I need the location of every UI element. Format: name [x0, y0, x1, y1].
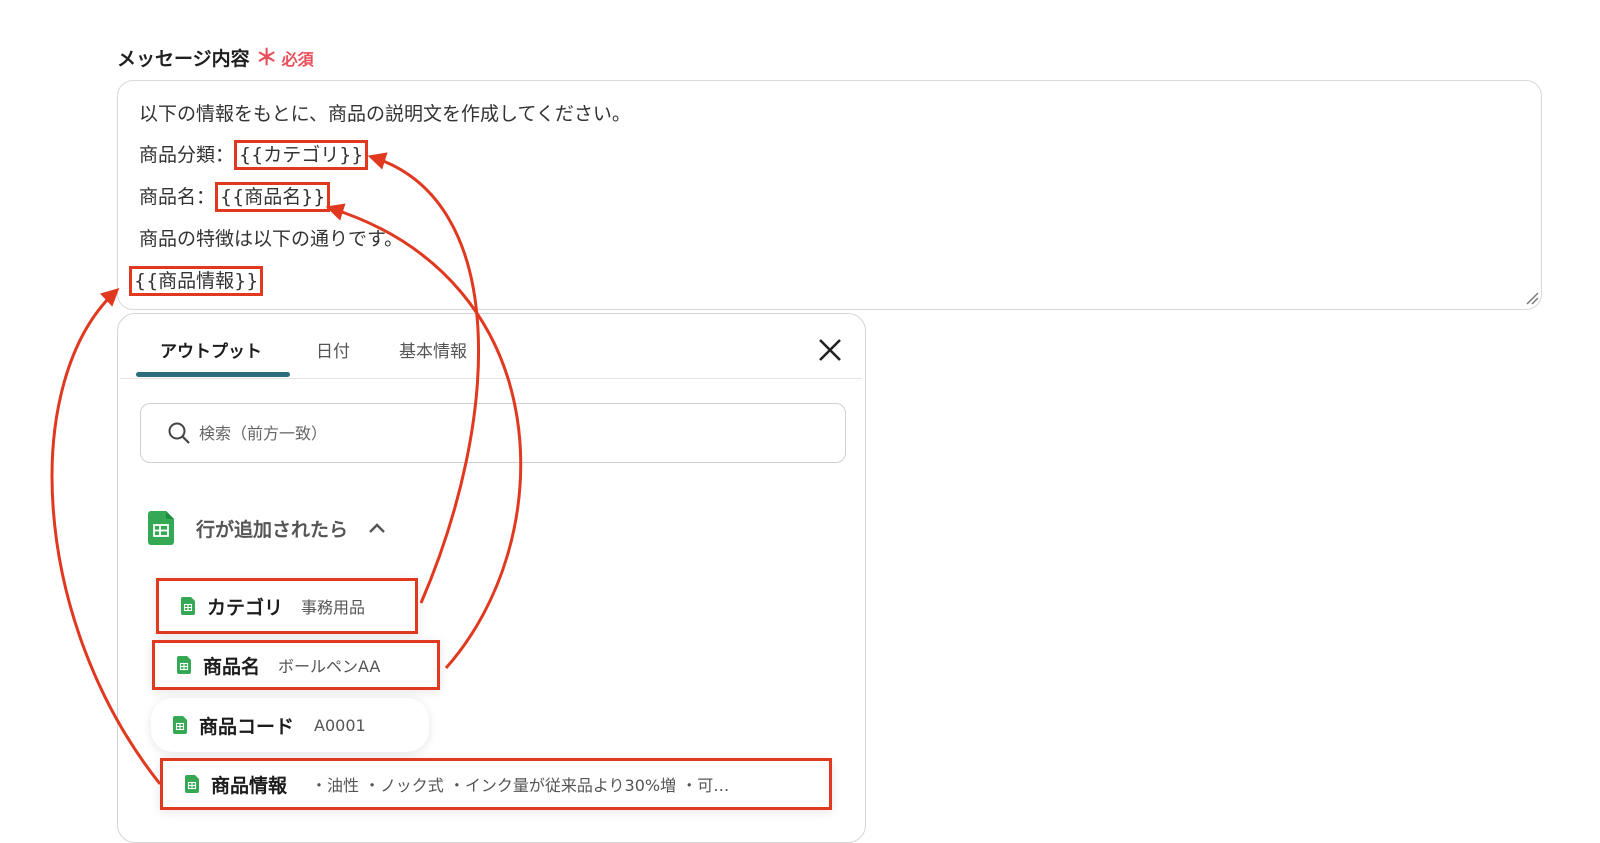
- item-label: 商品名: [203, 655, 261, 678]
- required-mark: ＊: [255, 46, 278, 71]
- item-label: 商品情報: [211, 774, 288, 797]
- spreadsheet-icon: [148, 511, 174, 545]
- item-value: ・油性 ・ノック式 ・インク量が従来品より30%増 ・可…: [311, 776, 730, 795]
- tab-basic-info[interactable]: 基本情報: [399, 337, 467, 362]
- message-line-5: {{商品情報}}: [129, 266, 264, 296]
- spreadsheet-icon: [173, 716, 187, 734]
- message-line-4: 商品の特徴は以下の通りです。: [139, 228, 404, 250]
- required-text: 必須: [281, 50, 314, 69]
- field-label-text: メッセージ内容: [117, 48, 250, 70]
- item-label: カテゴリ: [207, 596, 284, 619]
- item-value: A0001: [314, 715, 366, 735]
- variable-category: {{カテゴリ}}: [234, 140, 369, 170]
- output-item-category[interactable]: カテゴリ 事務用品: [156, 578, 418, 634]
- message-line-3: 商品名： {{商品名}}: [139, 182, 331, 212]
- variable-product-info: {{商品情報}}: [129, 266, 264, 296]
- active-tab-underline: [136, 372, 290, 377]
- item-label: 商品コード: [199, 715, 295, 738]
- tab-divider: [120, 378, 862, 379]
- spreadsheet-icon: [185, 775, 199, 793]
- search-box[interactable]: [140, 403, 846, 463]
- tab-output[interactable]: アウトプット: [160, 337, 262, 362]
- field-label: メッセージ内容 ＊ 必須: [117, 40, 314, 72]
- item-value: 事務用品: [301, 598, 366, 617]
- message-line-2: 商品分類： {{カテゴリ}}: [139, 140, 369, 170]
- resize-grip-icon[interactable]: [1525, 291, 1539, 305]
- spreadsheet-icon: [181, 597, 195, 615]
- chevron-up-icon[interactable]: [368, 522, 386, 534]
- output-item-product-code[interactable]: 商品コード A0001: [151, 698, 429, 752]
- search-icon: [168, 422, 190, 444]
- close-icon[interactable]: [816, 336, 844, 364]
- message-line-3-text: 商品名：: [139, 186, 216, 208]
- output-item-product-info[interactable]: 商品情報 ・油性 ・ノック式 ・インク量が従来品より30%増 ・可…: [160, 758, 832, 810]
- group-header[interactable]: 行が追加されたら: [148, 511, 386, 545]
- message-line-2-text: 商品分類：: [139, 144, 235, 166]
- search-input[interactable]: [197, 422, 801, 444]
- tab-date[interactable]: 日付: [316, 337, 350, 362]
- group-label: 行が追加されたら: [196, 518, 349, 541]
- variable-product-name: {{商品名}}: [215, 182, 331, 212]
- output-item-product-name[interactable]: 商品名 ボールペンAA: [152, 640, 440, 690]
- message-line-1: 以下の情報をもとに、商品の説明文を作成してください。: [139, 103, 631, 125]
- spreadsheet-icon: [177, 656, 191, 674]
- item-value: ボールペンAA: [278, 657, 381, 676]
